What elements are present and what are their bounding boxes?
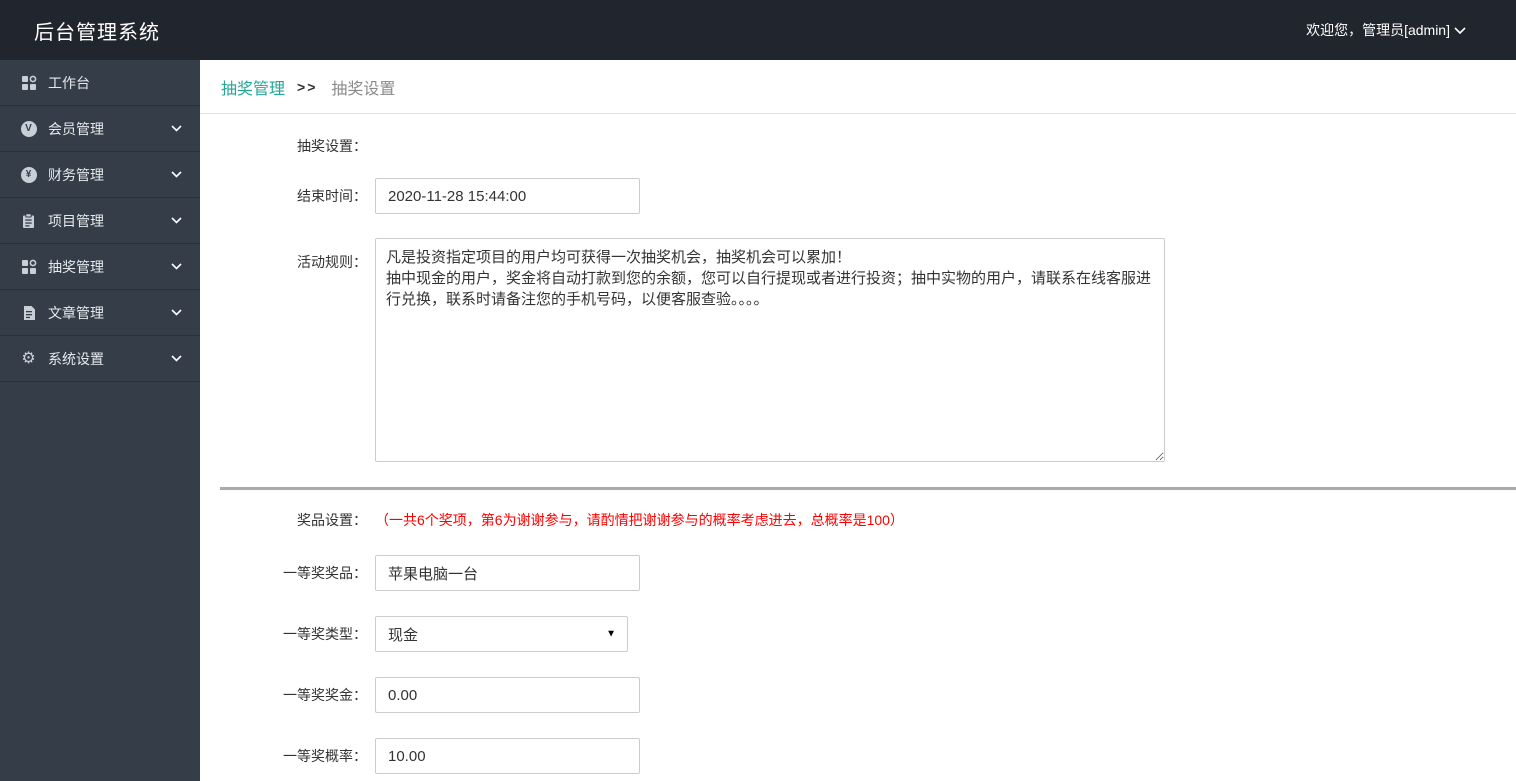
article-document-icon: [20, 304, 37, 321]
sidebar-item-projects[interactable]: 项目管理: [0, 198, 200, 244]
prize-settings-label: 奖品设置：: [297, 512, 367, 528]
finance-circle-icon: ¥: [20, 166, 37, 183]
chevron-down-icon: [1454, 25, 1466, 35]
chevron-down-icon: [171, 125, 182, 132]
select-dropdown-arrow-icon: ▼: [606, 628, 616, 640]
lottery-grid-icon: [20, 258, 37, 275]
section-divider: [220, 487, 1516, 490]
first-prize-item-input[interactable]: [375, 555, 640, 591]
chevron-down-icon: [171, 217, 182, 224]
app-title-text: 后台管理系统: [34, 21, 160, 44]
end-time-label: 结束时间：: [297, 188, 367, 204]
project-clipboard-icon: [20, 212, 37, 229]
first-prize-type-select[interactable]: 现金 ▼: [375, 616, 628, 652]
sidebar-item-label: 工作台: [48, 74, 90, 91]
prize-settings-note: （一共6个奖项，第6为谢谢参与，请酌情把谢谢参与的概率考虑进去，总概率是100）: [375, 512, 904, 528]
section-title-lottery-settings: 抽奖设置：: [297, 138, 367, 154]
sidebar-item-lottery[interactable]: 抽奖管理: [0, 244, 200, 290]
first-prize-probability-input[interactable]: [375, 738, 640, 774]
first-prize-item-label: 一等奖奖品：: [283, 565, 367, 581]
sidebar-nav: 工作台 V 会员管理 ¥ 财务管理 项目管理 抽奖管理 文章管理 ⚙ 系统设置: [0, 60, 200, 781]
sidebar-item-workbench[interactable]: 工作台: [0, 60, 200, 106]
first-prize-probability-label: 一等奖概率：: [283, 748, 367, 764]
sidebar-item-articles[interactable]: 文章管理: [0, 290, 200, 336]
breadcrumb-parent-link[interactable]: 抽奖管理: [221, 75, 285, 99]
first-prize-amount-label: 一等奖奖金：: [283, 687, 367, 703]
sidebar-item-label: 抽奖管理: [48, 258, 104, 275]
breadcrumb: 抽奖管理 >> 抽奖设置: [200, 60, 1516, 114]
chevron-down-icon: [171, 171, 182, 178]
main-content: 抽奖管理 >> 抽奖设置 抽奖设置： 结束时间： 活动规则： 奖品设置： （一共…: [200, 60, 1516, 781]
welcome-text: 欢迎您，管理员[admin]: [1306, 22, 1450, 38]
top-header: 后台管理系统 欢迎您，管理员[admin]: [0, 0, 1516, 60]
breadcrumb-separator: >>: [297, 78, 318, 95]
first-prize-amount-input[interactable]: [375, 677, 640, 713]
sidebar-item-label: 文章管理: [48, 304, 104, 321]
sidebar-item-label: 系统设置: [48, 350, 104, 367]
end-time-input[interactable]: [375, 178, 640, 214]
user-menu[interactable]: 欢迎您，管理员[admin]: [1306, 20, 1466, 40]
chevron-down-icon: [171, 263, 182, 270]
sidebar-item-label: 财务管理: [48, 166, 104, 183]
app-title: 后台管理系统: [34, 16, 160, 45]
sidebar-item-label: 会员管理: [48, 120, 104, 137]
dashboard-grid-icon: [20, 74, 37, 91]
sidebar-item-finance[interactable]: ¥ 财务管理: [0, 152, 200, 198]
member-circle-icon: V: [20, 120, 37, 137]
chevron-down-icon: [171, 355, 182, 362]
first-prize-type-label: 一等奖类型：: [283, 626, 367, 642]
sidebar-item-members[interactable]: V 会员管理: [0, 106, 200, 152]
first-prize-type-value: 现金: [388, 626, 419, 644]
sidebar-item-settings[interactable]: ⚙ 系统设置: [0, 336, 200, 382]
settings-gear-icon: ⚙: [21, 349, 36, 367]
sidebar-item-label: 项目管理: [48, 212, 104, 229]
breadcrumb-current: 抽奖设置: [331, 80, 396, 98]
activity-rules-label: 活动规则：: [297, 254, 367, 270]
lottery-settings-form: 抽奖设置： 结束时间： 活动规则： 奖品设置： （一共6个奖项，第6为谢谢参与，…: [200, 114, 1516, 774]
chevron-down-icon: [171, 309, 182, 316]
activity-rules-textarea[interactable]: [375, 238, 1165, 462]
